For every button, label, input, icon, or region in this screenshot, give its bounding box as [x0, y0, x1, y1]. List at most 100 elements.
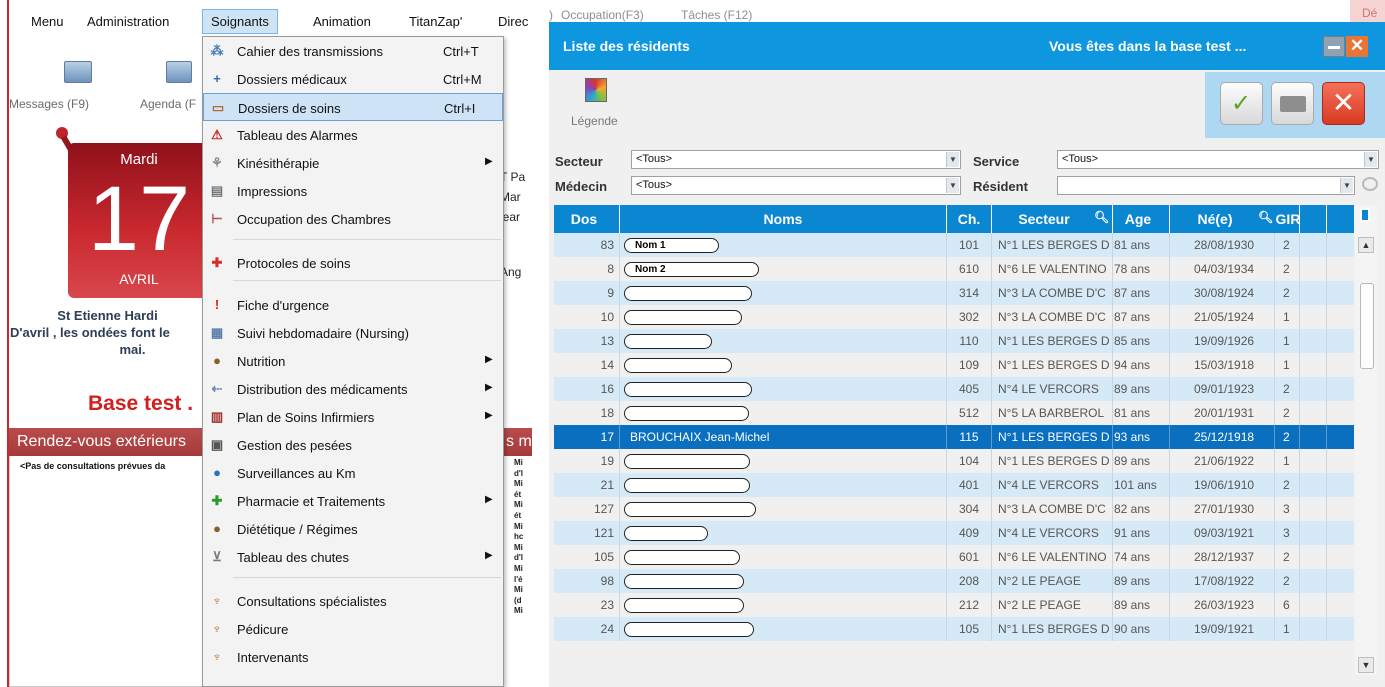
- table-row[interactable]: 105 601 N°6 LE VALENTINO 74 ans 28/12/1937 2: [554, 545, 1354, 569]
- legend-button[interactable]: Légende: [565, 74, 629, 134]
- menu-item-pills[interactable]: ⇠ Distribution des médicaments ▶: [203, 375, 503, 403]
- col-nee[interactable]: Né(e): [1170, 211, 1260, 227]
- menu-item-care-folder[interactable]: ▭ Dossiers de soins Ctrl+I: [203, 93, 503, 121]
- column-divider: [1112, 353, 1113, 377]
- menu-item-medical-folder[interactable]: + Dossiers médicaux Ctrl+M: [203, 65, 503, 93]
- medical-folder-icon: +: [213, 71, 221, 86]
- resident-select[interactable]: ▼: [1057, 176, 1355, 195]
- eye-icon[interactable]: [1362, 177, 1378, 191]
- table-row[interactable]: 18 512 N°5 LA BARBEROL 81 ans 20/01/1931 2: [554, 401, 1354, 425]
- printer-icon: ▤: [210, 183, 224, 198]
- cell-chambre: 314: [958, 286, 980, 300]
- col-age[interactable]: Age: [1113, 211, 1163, 227]
- table-row[interactable]: 24 105 N°1 LES BERGES D 90 ans 19/09/1921 1: [554, 617, 1354, 641]
- cell-age: 74 ans: [1114, 550, 1151, 564]
- menu-item-emergency[interactable]: ! Fiche d'urgence: [203, 291, 503, 319]
- column-divider: [991, 281, 992, 305]
- menu-item-fall[interactable]: ⊻ Tableau des chutes ▶: [203, 543, 503, 571]
- cell-dos: 18: [600, 406, 614, 420]
- column-divider: [1112, 305, 1113, 329]
- cell-chambre: 212: [958, 598, 980, 612]
- menu-item-scale[interactable]: ▣ Gestion des pesées: [203, 431, 503, 459]
- chevron-down-icon[interactable]: ▼: [1364, 152, 1377, 167]
- menu-menu[interactable]: Menu: [31, 14, 64, 29]
- note-fragment: ét: [514, 489, 522, 499]
- menu-item-specialist[interactable]: ♆ Consultations spécialistes: [203, 587, 503, 615]
- column-divider: [991, 377, 992, 401]
- table-row[interactable]: 127 304 N°3 LA COMBE D'C 82 ans 27/01/1930 3: [554, 497, 1354, 521]
- table-row[interactable]: 98 208 N°2 LE PEAGE 89 ans 17/08/1922 2: [554, 569, 1354, 593]
- menu-administration[interactable]: Administration: [87, 14, 169, 29]
- dob-search-icon[interactable]: 🔍︎: [1258, 210, 1273, 224]
- menu-item-diet[interactable]: ● Diététique / Régimes: [203, 515, 503, 543]
- menu-animation[interactable]: Animation: [313, 14, 371, 29]
- chevron-down-icon[interactable]: ▼: [946, 152, 959, 167]
- col-ch[interactable]: Ch.: [947, 211, 991, 227]
- chevron-down-icon[interactable]: ▼: [1340, 178, 1353, 193]
- table-scrollbar[interactable]: ▲ ▼: [1355, 205, 1377, 675]
- menu-item-pedicure[interactable]: ♆ Pédicure: [203, 615, 503, 643]
- scroll-down-button[interactable]: ▼: [1358, 657, 1374, 673]
- menu-titanzap[interactable]: TitanZap': [409, 14, 462, 29]
- menu-direction[interactable]: Direc: [498, 14, 528, 29]
- table-row[interactable]: 10 302 N°3 LA COMBE D'C 87 ans 21/05/1924 1: [554, 305, 1354, 329]
- col-dos[interactable]: Dos: [554, 211, 614, 227]
- scroll-up-button[interactable]: ▲: [1358, 237, 1374, 253]
- table-row[interactable]: 19 104 N°1 LES BERGES D 89 ans 21/06/1922 1: [554, 449, 1354, 473]
- menu-item-protocol[interactable]: ✚ Protocoles de soins: [203, 249, 503, 277]
- table-row[interactable]: 14 109 N°1 LES BERGES D 94 ans 15/03/1918 1: [554, 353, 1354, 377]
- secteur-search-icon[interactable]: 🔍︎: [1094, 210, 1109, 224]
- pharmacy-icon: ✚: [211, 493, 223, 508]
- menu-item-info[interactable]: ● Surveillances au Km: [203, 459, 503, 487]
- agenda-label[interactable]: Agenda (F: [140, 97, 196, 111]
- menu-item-printer[interactable]: ▤ Impressions: [203, 177, 503, 205]
- chevron-down-icon[interactable]: ▼: [946, 178, 959, 193]
- cell-age: 94 ans: [1114, 358, 1151, 372]
- table-row[interactable]: 17 BROUCHAIX Jean-Michel 115 N°1 LES BERGES…: [554, 425, 1354, 449]
- column-divider: [1274, 281, 1275, 305]
- menu-item-alarm[interactable]: ⚠ Tableau des Alarmes: [203, 121, 503, 149]
- col-secteur[interactable]: Secteur: [992, 211, 1096, 227]
- column-chooser-icon[interactable]: [1360, 208, 1370, 222]
- cell-age: 81 ans: [1114, 238, 1151, 252]
- close-window-button[interactable]: ✕: [1346, 36, 1368, 57]
- tab-stub[interactable]: Dé: [1350, 0, 1385, 22]
- messages-icon[interactable]: [64, 61, 92, 83]
- print-button[interactable]: [1271, 82, 1314, 125]
- menu-item-pharmacy[interactable]: ✚ Pharmacie et Traitements ▶: [203, 487, 503, 515]
- secteur-select[interactable]: <Tous> ▼: [631, 150, 961, 169]
- menu-item-label: Consultations spécialistes: [237, 594, 387, 609]
- window-titlebar[interactable]: Liste des résidents Vous êtes dans la ba…: [549, 22, 1385, 70]
- table-row[interactable]: 23 212 N°2 LE PEAGE 89 ans 26/03/1923 6: [554, 593, 1354, 617]
- messages-label[interactable]: Messages (F9): [9, 97, 89, 111]
- table-row[interactable]: 13 110 N°1 LES BERGES D 85 ans 19/09/1926 1: [554, 329, 1354, 353]
- medecin-select[interactable]: <Tous> ▼: [631, 176, 961, 195]
- menu-item-bed[interactable]: ⊢ Occupation des Chambres: [203, 205, 503, 233]
- menu-soignants[interactable]: Soignants: [202, 9, 278, 34]
- table-row[interactable]: 16 405 N°4 LE VERCORS 89 ans 09/01/1923 2: [554, 377, 1354, 401]
- menu-item-transmissions[interactable]: ⁂ Cahier des transmissions Ctrl+T: [203, 37, 503, 65]
- col-noms[interactable]: Noms: [620, 211, 946, 227]
- menu-item-nutrition[interactable]: ● Nutrition ▶: [203, 347, 503, 375]
- cancel-button[interactable]: ✕: [1322, 82, 1365, 125]
- col-gir[interactable]: GIR: [1274, 211, 1302, 227]
- minimize-button[interactable]: [1323, 36, 1345, 57]
- service-select[interactable]: <Tous> ▼: [1057, 150, 1379, 169]
- menu-item-weekly[interactable]: ▦ Suivi hebdomadaire (Nursing): [203, 319, 503, 347]
- cell-dob: 04/03/1934: [1194, 262, 1255, 276]
- tab-taches[interactable]: Tâches (F12): [681, 8, 752, 22]
- table-row[interactable]: 121 409 N°4 LE VERCORS 91 ans 09/03/1921 3: [554, 521, 1354, 545]
- tab-prefix: ): [549, 8, 553, 22]
- table-row[interactable]: 83 Nom 1 101 N°1 LES BERGES D 81 ans 28/08/19…: [554, 233, 1354, 257]
- table-row[interactable]: 8 Nom 2 610 N°6 LE VALENTINO 78 ans 04/03/193…: [554, 257, 1354, 281]
- validate-button[interactable]: [1220, 82, 1263, 125]
- menu-item-physio[interactable]: ⚘ Kinésithérapie ▶: [203, 149, 503, 177]
- menu-item-intervenants[interactable]: ♆ Intervenants: [203, 643, 503, 671]
- tab-occupation[interactable]: Occupation(F3): [561, 8, 644, 22]
- table-row[interactable]: 21 401 N°4 LE VERCORS 101 ans 19/06/1910 2: [554, 473, 1354, 497]
- cell-age: 87 ans: [1114, 286, 1151, 300]
- table-row[interactable]: 9 314 N°3 LA COMBE D'C 87 ans 30/08/1924 2: [554, 281, 1354, 305]
- scroll-thumb[interactable]: [1360, 283, 1374, 369]
- menu-item-nursing-plan[interactable]: ▥ Plan de Soins Infirmiers ▶: [203, 403, 503, 431]
- agenda-icon[interactable]: [166, 61, 192, 83]
